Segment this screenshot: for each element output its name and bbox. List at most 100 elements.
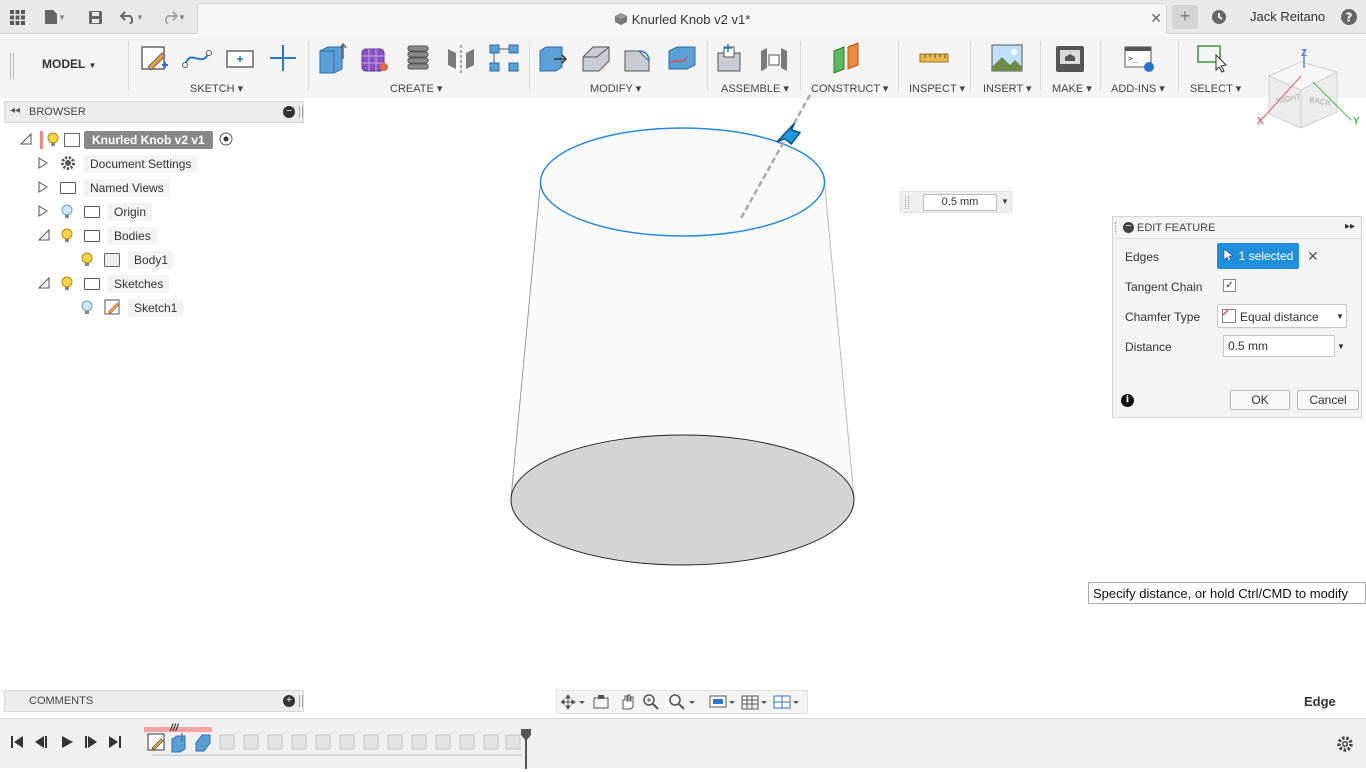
browser-item-body1[interactable]: Body1 bbox=[80, 249, 175, 271]
cancel-button[interactable]: Cancel bbox=[1297, 390, 1359, 410]
timeline-marker[interactable] bbox=[521, 729, 531, 769]
browser-item-sketches[interactable]: Sketches bbox=[37, 273, 170, 295]
app-grid-icon[interactable] bbox=[6, 6, 28, 28]
grip-handle[interactable] bbox=[905, 196, 909, 209]
browser-header[interactable]: ◂◂ BROWSER − bbox=[4, 101, 304, 123]
go-to-end-icon[interactable] bbox=[108, 735, 122, 752]
select-icon[interactable] bbox=[1196, 41, 1230, 75]
info-icon[interactable]: i bbox=[1121, 394, 1134, 407]
chamfer-type-select[interactable]: Equal distance ▼ bbox=[1217, 304, 1347, 328]
measure-icon[interactable] bbox=[917, 41, 951, 75]
grip-handle[interactable] bbox=[1115, 222, 1118, 234]
expand-triangle-icon[interactable] bbox=[38, 156, 52, 172]
close-tab-icon[interactable]: ✕ bbox=[1150, 10, 1162, 27]
make-group-label[interactable]: MAKE ▾ bbox=[1052, 82, 1092, 95]
dialog-header[interactable]: − EDIT FEATURE ▸▸ bbox=[1113, 217, 1361, 239]
viewport-distance-input[interactable]: 0.5 mm bbox=[923, 194, 997, 211]
joint-icon[interactable] bbox=[757, 41, 791, 75]
viewports-icon[interactable] bbox=[773, 694, 801, 713]
document-tab[interactable]: Knurled Knob v2 v1* ✕ bbox=[197, 3, 1167, 34]
shell-icon[interactable] bbox=[665, 41, 699, 75]
grid-settings-icon[interactable] bbox=[741, 694, 769, 713]
step-forward-icon[interactable] bbox=[84, 735, 98, 752]
lightbulb-icon[interactable] bbox=[46, 132, 60, 148]
sketch-group-label[interactable]: SKETCH ▾ bbox=[190, 82, 243, 95]
minimize-icon[interactable]: − bbox=[283, 106, 295, 118]
help-icon[interactable]: ? bbox=[1338, 6, 1360, 28]
fillet-icon[interactable] bbox=[579, 41, 613, 75]
lightbulb-off-icon[interactable] bbox=[80, 300, 94, 316]
coil-icon[interactable] bbox=[401, 41, 435, 75]
offset-plane-icon[interactable] bbox=[830, 41, 864, 75]
browser-root-row[interactable]: Knurled Knob v2 v1 bbox=[19, 129, 233, 151]
distance-input[interactable]: 0.5 mm bbox=[1223, 335, 1335, 357]
bottom-face[interactable] bbox=[510, 434, 855, 566]
viewcube[interactable]: RIGHT BACK Z X Y bbox=[1255, 42, 1365, 134]
redo-icon[interactable]: ▼ bbox=[158, 6, 190, 28]
lightbulb-icon[interactable] bbox=[60, 228, 74, 244]
pattern-icon[interactable] bbox=[487, 41, 521, 75]
browser-item-bodies[interactable]: Bodies bbox=[37, 225, 157, 247]
create-group-label[interactable]: CREATE ▾ bbox=[390, 82, 442, 95]
spline-icon[interactable] bbox=[180, 41, 214, 75]
grip-handle[interactable] bbox=[299, 695, 303, 707]
workspace-switcher[interactable]: MODEL ▼ bbox=[42, 57, 96, 71]
expand-dialog-icon[interactable]: ▸▸ bbox=[1345, 221, 1355, 232]
step-back-icon[interactable] bbox=[34, 735, 48, 752]
lightbulb-off-icon[interactable] bbox=[60, 204, 74, 220]
expand-triangle-icon[interactable] bbox=[38, 180, 52, 196]
expand-triangle-icon[interactable] bbox=[38, 204, 52, 220]
new-component-icon[interactable] bbox=[714, 41, 748, 75]
inspect-group-label[interactable]: INSPECT ▾ bbox=[909, 82, 965, 95]
scripts-icon[interactable]: >_ bbox=[1123, 41, 1157, 75]
rectangle-icon[interactable] bbox=[223, 41, 257, 75]
orbit-icon[interactable] bbox=[560, 694, 585, 713]
model-viewport-canvas[interactable] bbox=[500, 90, 870, 575]
form-icon[interactable] bbox=[358, 41, 392, 75]
browser-item-sketch1[interactable]: Sketch1 bbox=[80, 297, 184, 319]
pan-hand-icon[interactable] bbox=[619, 694, 635, 713]
browser-item-document-settings[interactable]: Document Settings bbox=[38, 153, 198, 175]
collapse-triangle-icon[interactable] bbox=[37, 228, 52, 244]
collapse-triangle-icon[interactable] bbox=[37, 276, 52, 292]
play-icon[interactable] bbox=[60, 735, 74, 752]
insert-image-icon[interactable] bbox=[990, 41, 1024, 75]
collapse-icon[interactable]: − bbox=[1123, 222, 1134, 233]
activate-radio-icon[interactable] bbox=[219, 132, 233, 149]
chamfer-icon[interactable] bbox=[621, 41, 655, 75]
display-settings-icon[interactable] bbox=[709, 694, 737, 713]
job-status-icon[interactable] bbox=[1208, 6, 1230, 28]
mirror-icon[interactable] bbox=[444, 41, 478, 75]
add-comment-icon[interactable]: + bbox=[283, 695, 295, 707]
create-sketch-icon[interactable] bbox=[138, 41, 172, 75]
tangent-chain-checkbox[interactable]: ✓ bbox=[1223, 279, 1236, 292]
ok-button[interactable]: OK bbox=[1230, 390, 1290, 410]
collapse-browser-icon[interactable]: ◂◂ bbox=[10, 105, 20, 116]
grip-handle[interactable] bbox=[299, 106, 303, 118]
collapse-triangle-icon[interactable] bbox=[19, 132, 34, 148]
grip-handle[interactable] bbox=[10, 53, 14, 79]
3d-print-icon[interactable] bbox=[1053, 41, 1087, 75]
go-to-start-icon[interactable] bbox=[10, 735, 24, 752]
zoom-icon[interactable] bbox=[643, 694, 659, 713]
clear-selection-icon[interactable]: ✕ bbox=[1307, 248, 1319, 265]
lightbulb-icon[interactable] bbox=[60, 276, 74, 292]
new-tab-button[interactable]: + bbox=[1172, 5, 1198, 29]
comments-panel[interactable]: COMMENTS + bbox=[4, 690, 304, 712]
add-ins-group-label[interactable]: ADD-INS ▾ bbox=[1111, 82, 1165, 95]
browser-item-named-views[interactable]: Named Views bbox=[38, 177, 170, 199]
file-menu-icon[interactable]: ▼ bbox=[40, 6, 70, 28]
edges-selection-button[interactable]: 1 selected bbox=[1217, 243, 1299, 269]
extrude-icon[interactable] bbox=[315, 41, 349, 75]
fit-zoom-icon[interactable] bbox=[669, 694, 697, 713]
user-name[interactable]: Jack Reitano bbox=[1250, 9, 1325, 24]
select-group-label[interactable]: SELECT ▾ bbox=[1190, 82, 1241, 95]
press-pull-icon[interactable] bbox=[536, 41, 570, 75]
save-icon[interactable] bbox=[84, 6, 106, 28]
dropdown-arrow-icon[interactable]: ▼ bbox=[1001, 197, 1009, 206]
undo-icon[interactable]: ▼ bbox=[116, 6, 148, 28]
dropdown-arrow-icon[interactable]: ▼ bbox=[1337, 342, 1345, 351]
point-icon[interactable] bbox=[266, 41, 300, 75]
timeline-settings-gear-icon[interactable] bbox=[1336, 735, 1354, 756]
timeline-features[interactable] bbox=[144, 731, 534, 761]
